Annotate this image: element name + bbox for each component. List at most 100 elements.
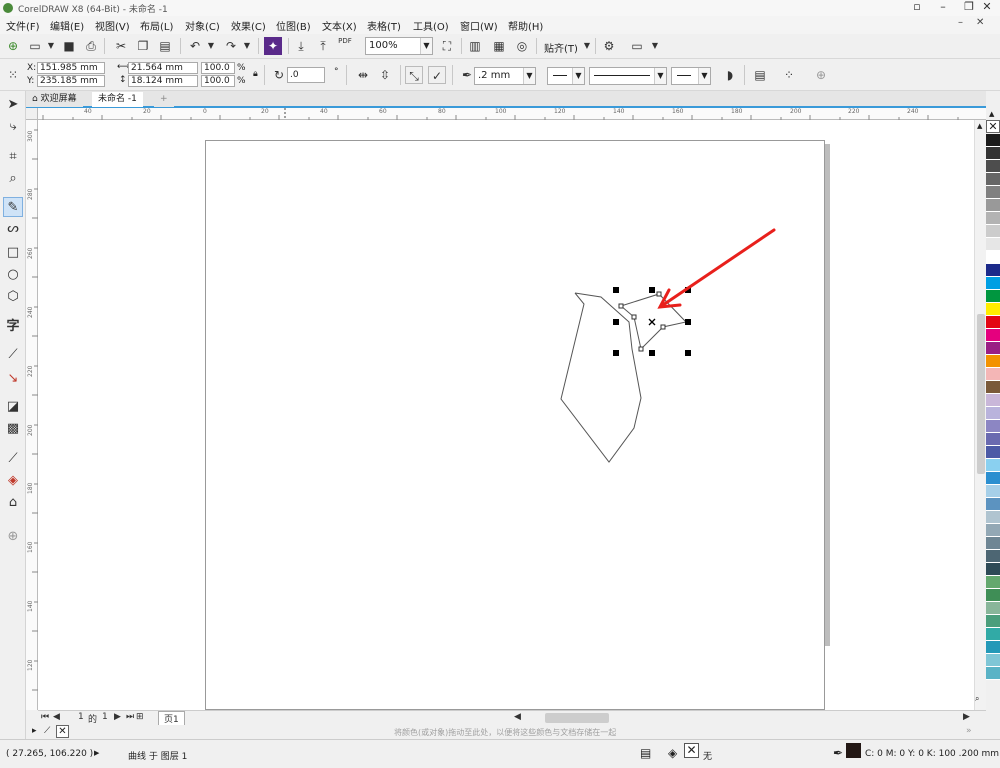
transparency-tool-icon[interactable]: ▩ [3, 419, 23, 439]
minimize-button[interactable]: – [930, 0, 956, 16]
cut-icon[interactable]: ✂ [112, 37, 130, 55]
copy-icon[interactable]: ❐ [134, 37, 152, 55]
doc-minimize-button[interactable]: – [958, 17, 963, 28]
eyedropper-icon[interactable]: ⟋ [3, 449, 23, 469]
save-icon[interactable]: ■ [60, 37, 78, 55]
print-icon[interactable]: ⎙ [82, 37, 100, 55]
scroll-up-icon[interactable]: ▲ [977, 122, 982, 130]
close-button[interactable]: ✕ [974, 0, 1000, 16]
color-swatch[interactable] [986, 160, 1000, 173]
color-swatch[interactable] [986, 342, 1000, 355]
menu-view[interactable]: 视图(V) [95, 18, 130, 33]
end-arrowhead-select[interactable]: ▼ [671, 67, 711, 85]
color-swatch[interactable] [986, 446, 1000, 459]
last-page-icon[interactable]: ⏭ [126, 712, 134, 722]
mirror-vertical-icon[interactable]: ⇳ [376, 66, 394, 84]
scroll-right-icon[interactable]: ▶ [963, 712, 970, 722]
color-swatch[interactable] [986, 329, 1000, 342]
color-proof-icon[interactable]: ▤ [640, 746, 651, 760]
document-palette-bar[interactable]: ▸ ⟋ ✕ 将颜色(或对象)拖动至此处，以便将这些颜色与文档存储在一起 » [26, 725, 986, 739]
color-swatch[interactable] [986, 472, 1000, 485]
page-tab[interactable]: 页1 [158, 711, 185, 726]
zoom-icon[interactable]: ⌕ [975, 694, 979, 704]
color-swatch[interactable] [986, 355, 1000, 368]
crop-tool-icon[interactable]: ⌗ [3, 147, 23, 167]
color-swatch[interactable] [986, 641, 1000, 654]
menu-file[interactable]: 文件(F) [6, 18, 40, 33]
rectangle-tool-icon[interactable]: □ [3, 243, 23, 263]
export-icon[interactable]: ⤒ [314, 37, 332, 55]
search-content-icon[interactable]: ✦ [264, 37, 282, 55]
new-tab-button[interactable]: + [154, 92, 174, 107]
launcher-dropdown-icon[interactable]: ▼ [646, 37, 664, 55]
freehand-tool-icon[interactable]: ✎ [3, 197, 23, 217]
start-arrowhead-select[interactable]: ▼ [547, 67, 585, 85]
vertical-scrollbar[interactable]: ▲ ⌕ [974, 120, 986, 710]
color-swatch[interactable] [986, 264, 1000, 277]
color-swatch[interactable] [986, 537, 1000, 550]
polygon-tool-icon[interactable]: ⬡ [3, 287, 23, 307]
ellipse-tool-icon[interactable]: ○ [3, 265, 23, 285]
snap-dropdown-icon[interactable]: ▼ [578, 37, 596, 55]
x-position-field[interactable]: 151.985 mm [37, 62, 105, 74]
vertical-scroll-thumb[interactable] [977, 314, 985, 474]
previous-page-icon[interactable]: ◀ [53, 712, 60, 722]
color-swatch[interactable] [986, 212, 1000, 225]
color-swatch[interactable] [986, 225, 1000, 238]
options-gear-icon[interactable]: ⚙ [600, 37, 618, 55]
paste-icon[interactable]: ▤ [156, 37, 174, 55]
width-field[interactable]: 21.564 mm [128, 62, 198, 74]
publish-pdf-icon[interactable]: PDF [336, 37, 354, 55]
menu-tools[interactable]: 工具(O) [413, 18, 449, 33]
color-swatch[interactable] [986, 134, 1000, 147]
ruler-origin[interactable] [26, 108, 38, 120]
palette-scroll-up-icon[interactable]: ▲ [989, 110, 994, 118]
eyedropper-icon[interactable]: ⟋ [44, 726, 50, 736]
scroll-left-icon[interactable]: ◀ [514, 712, 521, 722]
color-swatch[interactable] [986, 615, 1000, 628]
quick-customize-icon[interactable]: ⁘ [780, 66, 798, 84]
show-grid-icon[interactable]: ▦ [490, 37, 508, 55]
parallel-dimension-icon[interactable]: ⟋ [3, 345, 23, 365]
horizontal-ruler[interactable]: 40 20 0 20 40 60 80 100 120 140 160 180 … [38, 108, 986, 120]
color-swatch[interactable] [986, 303, 1000, 316]
object-origin-icon[interactable]: ⁙ [4, 66, 22, 84]
color-swatch[interactable] [986, 550, 1000, 563]
add-tool-icon[interactable]: ⊕ [3, 527, 23, 547]
mirror-horizontal-icon[interactable]: ⇹ [354, 66, 372, 84]
menu-effects[interactable]: 效果(C) [231, 18, 266, 33]
user-icon[interactable]: ▫ [904, 0, 930, 16]
fill-bucket-icon[interactable]: ◈ [668, 746, 677, 760]
freehand-curve-shape[interactable] [560, 292, 642, 463]
pick-tool-icon[interactable]: ➤ [3, 95, 23, 115]
color-swatch[interactable] [986, 602, 1000, 615]
rotation-field[interactable]: .0 [287, 67, 325, 83]
color-swatch[interactable] [986, 524, 1000, 537]
no-color-swatch[interactable]: ✕ [986, 120, 1000, 133]
horizontal-scroll-thumb[interactable] [545, 713, 609, 723]
wrap-text-icon[interactable]: ◗ [721, 66, 739, 84]
menu-bitmap[interactable]: 位图(B) [276, 18, 311, 33]
color-swatch[interactable] [986, 173, 1000, 186]
first-page-icon[interactable]: ⏮ [41, 712, 49, 722]
new-document-icon[interactable]: ⊕ [4, 37, 22, 55]
color-swatch[interactable] [986, 498, 1000, 511]
color-swatch[interactable] [986, 368, 1000, 381]
connector-tool-icon[interactable]: ↘ [3, 369, 23, 389]
palette-more-icon[interactable]: » [966, 726, 972, 736]
color-swatch[interactable] [986, 576, 1000, 589]
doc-close-button[interactable]: ✕ [976, 17, 984, 28]
no-color-swatch[interactable]: ✕ [56, 725, 69, 738]
tab-welcome-screen[interactable]: ⌂ 欢迎屏幕 [26, 92, 83, 107]
color-swatch[interactable] [986, 394, 1000, 407]
color-swatch[interactable] [986, 290, 1000, 303]
drop-shadow-icon[interactable]: ◪ [3, 397, 23, 417]
undo-dropdown-icon[interactable]: ▼ [202, 37, 220, 55]
color-swatch[interactable] [986, 433, 1000, 446]
reverse-direction-icon[interactable]: ⤡ [405, 66, 423, 84]
color-swatch[interactable] [986, 277, 1000, 290]
outline-pen-icon[interactable]: ✒ [833, 746, 843, 760]
color-swatch[interactable] [986, 420, 1000, 433]
open-dropdown-icon[interactable]: ▼ [42, 37, 60, 55]
menu-table[interactable]: 表格(T) [367, 18, 401, 33]
